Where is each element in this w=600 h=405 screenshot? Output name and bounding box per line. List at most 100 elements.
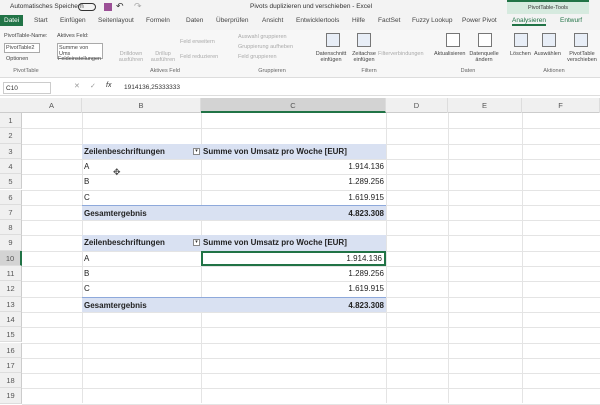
group-field-button[interactable]: Feld gruppieren: [238, 54, 277, 60]
collapse-field-button[interactable]: Feld reduzieren: [180, 54, 218, 60]
gridline-row: [22, 342, 600, 344]
tab-13[interactable]: Analysieren: [512, 17, 546, 26]
column-header-F[interactable]: F: [522, 98, 600, 113]
pivot-value-cell[interactable]: 1.914.136: [201, 159, 386, 174]
undo-icon[interactable]: ↶: [116, 1, 124, 12]
pivot-row-labels-header[interactable]: Zeilenbeschriftungen: [82, 235, 201, 251]
group-label-pivottable: PivotTable: [13, 68, 39, 74]
gridline-col: [522, 113, 523, 403]
pivot-row-label[interactable]: B: [82, 174, 201, 189]
row-header-6[interactable]: 6: [0, 189, 22, 205]
column-header-B[interactable]: B: [82, 98, 201, 113]
expand-field-button[interactable]: Feld erweitern: [180, 39, 215, 45]
ungroup-button[interactable]: Gruppierung aufheben: [238, 44, 293, 50]
group-selection-button[interactable]: Auswahl gruppieren: [238, 34, 287, 40]
pivot-value-cell[interactable]: 1.619.915: [201, 190, 386, 205]
gridline-col: [448, 113, 449, 403]
drillup-button[interactable]: Drillup ausführen: [148, 51, 178, 63]
tab-3[interactable]: Seitenlayout: [98, 17, 134, 24]
filter-dropdown-icon[interactable]: ▾: [193, 239, 200, 247]
tab-11[interactable]: Fuzzy Lookup: [412, 17, 452, 24]
insert-timeline-button[interactable]: Zeitachse einfügen: [350, 51, 378, 63]
row-header-19[interactable]: 19: [0, 388, 22, 404]
redo-icon[interactable]: ↷: [134, 1, 142, 12]
column-header-A[interactable]: A: [22, 98, 82, 113]
autosave-toggle[interactable]: [78, 3, 96, 11]
data-source-icon: [478, 33, 492, 47]
tab-7[interactable]: Ansicht: [262, 17, 283, 24]
pivottable-name-input[interactable]: PivotTable2: [4, 43, 40, 53]
column-header-D[interactable]: D: [386, 98, 448, 113]
tab-12[interactable]: Power Pivot: [462, 17, 497, 24]
clear-icon: [514, 33, 528, 47]
tab-8[interactable]: Entwicklertools: [296, 17, 339, 24]
tab-2[interactable]: Einfügen: [60, 17, 86, 24]
refresh-button[interactable]: Aktualisieren: [434, 51, 466, 57]
formula-input[interactable]: 1914136,25333333: [124, 84, 180, 91]
row-header-7[interactable]: 7: [0, 204, 22, 221]
field-settings-button[interactable]: Feldeinstellungen: [58, 56, 101, 62]
pivot-total-label[interactable]: Gesamtergebnis: [82, 296, 201, 312]
clear-button[interactable]: Löschen: [510, 51, 531, 57]
tab-14[interactable]: Entwurf: [560, 17, 582, 24]
tab-5[interactable]: Daten: [186, 17, 203, 24]
row-header-1[interactable]: 1: [0, 113, 22, 129]
column-header-E[interactable]: E: [448, 98, 522, 113]
gridline-row: [22, 220, 600, 222]
row-header-5[interactable]: 5: [0, 174, 22, 190]
row-header-9[interactable]: 9: [0, 235, 22, 251]
insert-slicer-button[interactable]: Datenschnitt einfügen: [314, 51, 348, 63]
pivot-value-header[interactable]: Summe von Umsatz pro Woche [EUR]: [201, 143, 386, 159]
pivot-total-label[interactable]: Gesamtergebnis: [82, 204, 201, 221]
pivot-row-label[interactable]: A: [82, 159, 201, 174]
pivot-row-label[interactable]: C: [82, 190, 201, 205]
row-header-11[interactable]: 11: [0, 266, 22, 282]
row-header-4[interactable]: 4: [0, 158, 22, 175]
row-header-14[interactable]: 14: [0, 311, 22, 328]
row-header-12[interactable]: 12: [0, 281, 22, 297]
formula-bar: C10 ✕ ✓ fx 1914136,25333333: [0, 80, 600, 96]
pivot-row-label[interactable]: A: [82, 251, 201, 266]
row-header-16[interactable]: 16: [0, 342, 22, 358]
pivot-total-value[interactable]: 4.823.308: [201, 204, 386, 221]
pivot-row-label[interactable]: C: [82, 281, 201, 296]
save-icon[interactable]: [104, 3, 112, 11]
column-header-C[interactable]: C: [201, 98, 386, 113]
tab-9[interactable]: Hilfe: [352, 17, 365, 24]
filter-connections-button[interactable]: Filterverbindungen: [378, 51, 424, 57]
row-header-8[interactable]: 8: [0, 220, 22, 236]
tab-10[interactable]: FactSet: [378, 17, 400, 24]
change-data-source-button[interactable]: Datenquelle ändern: [468, 51, 500, 63]
options-button[interactable]: Optionen: [6, 56, 28, 62]
row-header-2[interactable]: 2: [0, 128, 22, 144]
name-box[interactable]: C10: [3, 82, 51, 94]
gridline-row: [22, 311, 600, 313]
drilldown-button[interactable]: Drilldown ausführen: [116, 51, 146, 63]
pivot-value-cell[interactable]: 1.289.256: [201, 266, 386, 281]
tab-1[interactable]: Start: [34, 17, 48, 24]
row-header-18[interactable]: 18: [0, 373, 22, 389]
row-header-10[interactable]: 10: [0, 250, 22, 266]
tab-6[interactable]: Überprüfen: [216, 17, 249, 24]
row-header-3[interactable]: 3: [0, 143, 22, 159]
tab-0[interactable]: Datei: [0, 15, 24, 26]
pivot-value-cell[interactable]: 1.619.915: [201, 281, 386, 296]
select-button[interactable]: Auswählen: [534, 51, 561, 57]
pivot-value-cell[interactable]: 1.914.136: [201, 250, 386, 266]
filter-dropdown-icon[interactable]: ▾: [193, 147, 200, 155]
pivot-total-value[interactable]: 4.823.308: [201, 296, 386, 312]
move-pivottable-button[interactable]: PivotTable verschieben: [565, 51, 599, 63]
pivot-row-labels-header[interactable]: Zeilenbeschriftungen: [82, 143, 201, 159]
pivot-value-header[interactable]: Summe von Umsatz pro Woche [EUR]: [201, 235, 386, 251]
tab-4[interactable]: Formeln: [146, 17, 170, 24]
pivot-row-label[interactable]: B: [82, 266, 201, 281]
group-label-actions: Aktionen: [543, 68, 565, 74]
function-icon[interactable]: fx: [106, 82, 111, 89]
enter-icon[interactable]: ✓: [90, 82, 96, 90]
select-icon: [542, 33, 556, 47]
cancel-icon[interactable]: ✕: [74, 82, 80, 90]
row-header-17[interactable]: 17: [0, 357, 22, 374]
row-header-15[interactable]: 15: [0, 327, 22, 343]
pivot-value-cell[interactable]: 1.289.256: [201, 174, 386, 189]
row-header-13[interactable]: 13: [0, 296, 22, 312]
